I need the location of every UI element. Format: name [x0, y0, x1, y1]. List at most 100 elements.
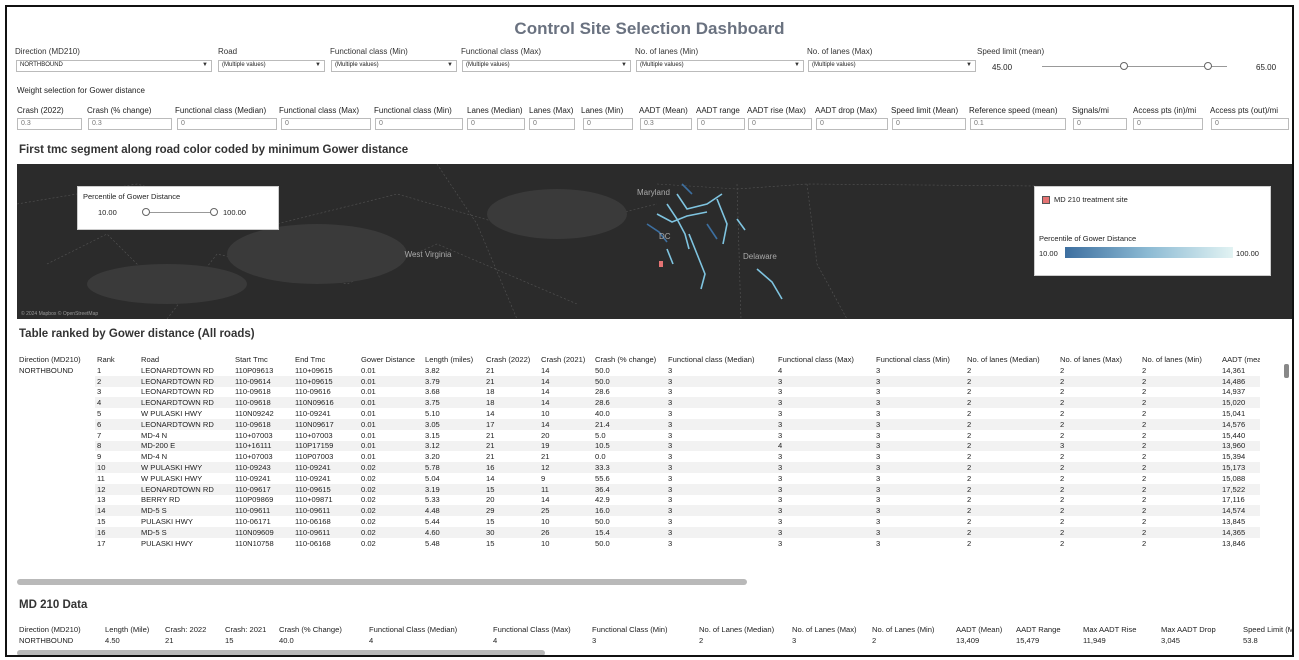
weight-input[interactable]: 0	[892, 118, 966, 130]
column-header[interactable]: Crash (% change)	[593, 353, 666, 365]
weight-input[interactable]: 0.3	[88, 118, 172, 130]
table-cell: 2	[1142, 517, 1147, 527]
weight-input[interactable]: 0	[583, 118, 633, 130]
table-cell: 0.01	[359, 418, 423, 430]
column-header[interactable]: No. of lanes (Max)	[1058, 353, 1140, 365]
filter-lanes-max-select[interactable]: (Multiple values) ▼	[808, 60, 976, 72]
column-header[interactable]: No. of Lanes (Min)	[870, 624, 954, 635]
column-header[interactable]: Crash: 2021	[223, 624, 277, 635]
ranked-table-vertical-scrollbar[interactable]	[1284, 364, 1289, 378]
speed-slider-min-handle[interactable]	[1120, 62, 1128, 70]
percentile-slider-track[interactable]	[146, 212, 214, 213]
filter-direction-select[interactable]: NORTHBOUND ▼	[16, 60, 212, 72]
column-header[interactable]: Functional class (Min)	[874, 353, 965, 365]
table-row[interactable]: 12 LEONARDTOWN RD 110-09617 110-09615 0.02 3.…	[17, 483, 1260, 495]
column-header[interactable]: AADT (mea	[1220, 353, 1260, 365]
table-cell: 2	[1142, 430, 1147, 440]
column-header[interactable]: Speed Limit (Mea	[1241, 624, 1292, 635]
table-row[interactable]: 9 MD-4 N 110+07003 110P07003 0.01 3.20 21 21 0.0…	[17, 451, 1260, 462]
weight-input[interactable]: 0	[748, 118, 812, 130]
table-cell: 0.01	[361, 365, 376, 375]
column-header[interactable]: AADT (Mean)	[954, 624, 1014, 635]
table-cell: 3	[874, 483, 965, 495]
column-header[interactable]: Functional Class (Max)	[491, 624, 590, 635]
weight-label: Crash (% change)	[87, 106, 152, 115]
filter-lanes-min-label: No. of lanes (Min)	[635, 47, 699, 56]
table-row[interactable]: 14 MD-5 S 110-09611 110-09611 0.02 4.48 29 25 16…	[17, 505, 1260, 517]
column-header[interactable]: Max AADT Rise	[1081, 624, 1159, 635]
weight-input[interactable]: 0	[1211, 118, 1289, 130]
table-row[interactable]: 3 LEONARDTOWN RD 110-09618 110-09616 0.01 3.6…	[17, 387, 1260, 398]
table-row[interactable]: 17 PULASKI HWY 110N10758 110-06168 0.02 5.48 1…	[17, 538, 1260, 549]
weight-input[interactable]: 0.1	[970, 118, 1066, 130]
column-header[interactable]: Crash (2022)	[484, 353, 539, 365]
column-header[interactable]: Functional Class (Min)	[590, 624, 697, 635]
table-cell: 2	[1060, 430, 1065, 440]
weight-input[interactable]: 0	[281, 118, 371, 130]
table-row[interactable]: 2 LEONARDTOWN RD 110-09614 110+09615 0.01 3.7…	[17, 375, 1260, 387]
filter-road-select[interactable]: (Multiple values) ▼	[218, 60, 325, 72]
percentile-slider-min-handle[interactable]	[142, 208, 150, 216]
table-row[interactable]: 16 MD-5 S 110N09609 110-09611 0.02 4.60 30 26 15…	[17, 526, 1260, 538]
table-row[interactable]: 6 LEONARDTOWN RD 110-09618 110N09617 0.01 3.0…	[17, 418, 1260, 430]
map-view[interactable]: Maryland DC West Virginia Delaware Perce…	[17, 164, 1292, 319]
column-header[interactable]: Gower Distance	[359, 353, 423, 365]
weight-input[interactable]: 0	[467, 118, 525, 130]
column-header[interactable]: AADT Range	[1014, 624, 1081, 635]
column-header[interactable]: No. of Lanes (Max)	[790, 624, 870, 635]
weight-input[interactable]: 0	[375, 118, 463, 130]
column-header[interactable]: No. of lanes (Median)	[965, 353, 1058, 365]
column-header[interactable]: No. of lanes (Min)	[1140, 353, 1220, 365]
column-header[interactable]: No. of Lanes (Median)	[697, 624, 790, 635]
ranked-table-horizontal-scrollbar[interactable]	[17, 579, 747, 585]
table-row[interactable]: 4 LEONARDTOWN RD 110-09618 110N09616 0.01 3.7…	[17, 397, 1260, 409]
speed-slider-track[interactable]	[1042, 66, 1227, 67]
table-cell: 2	[872, 636, 877, 645]
column-header[interactable]: Crash (2021)	[539, 353, 593, 365]
table-cell: 110P09613	[235, 365, 274, 375]
table-cell: 3.15	[425, 430, 440, 440]
weight-input[interactable]: 0	[697, 118, 745, 130]
table-row[interactable]: 10 W PULASKI HWY 110-09243 110-09241 0.02 5.7…	[17, 462, 1260, 473]
column-header[interactable]: Functional class (Max)	[776, 353, 874, 365]
table-cell: 13,845	[1222, 517, 1246, 527]
column-header[interactable]: Direction (MD210)	[17, 624, 103, 635]
table-cell: 14,937	[1222, 387, 1246, 397]
column-header[interactable]: End Tmc	[293, 353, 359, 365]
percentile-slider-max-handle[interactable]	[210, 208, 218, 216]
md210-table-horizontal-scrollbar[interactable]	[17, 650, 545, 655]
column-header[interactable]: Start Tmc	[233, 353, 293, 365]
filter-fclass-min-select[interactable]: (Multiple values) ▼	[331, 60, 457, 72]
table-row[interactable]: NORTHBOUND 1 LEONARDTOWN RD 110P09613 110+09…	[17, 365, 1260, 376]
column-header[interactable]: Road	[139, 353, 233, 365]
weight-input[interactable]: 0	[816, 118, 888, 130]
column-header[interactable]: Max AADT Drop	[1159, 624, 1241, 635]
weight-input[interactable]: 0	[529, 118, 575, 130]
table-row[interactable]: 11 W PULASKI HWY 110-09241 110-09241 0.02 5.0…	[17, 473, 1260, 484]
column-header[interactable]: Length (miles)	[423, 353, 484, 365]
weight-input[interactable]: 0	[1133, 118, 1203, 130]
column-header[interactable]: Rank	[95, 353, 139, 365]
table-row[interactable]: 8 MD-200 E 110+16111 110P17159 0.01 3.12 21 19 1…	[17, 440, 1260, 452]
weight-input[interactable]: 0.3	[17, 118, 82, 130]
column-header[interactable]: Functional class (Median)	[666, 353, 776, 365]
table-row[interactable]: 7 MD-4 N 110+07003 110+07003 0.01 3.15 21 20 5.0…	[17, 430, 1260, 441]
table-row[interactable]: 15 PULASKI HWY 110-06171 110-06168 0.02 5.44 1…	[17, 516, 1260, 527]
table-cell: 9	[541, 473, 546, 483]
weight-input[interactable]: 0	[1073, 118, 1127, 130]
table-row[interactable]: 13 BERRY RD 110P09869 110+09871 0.02 5.33 20 14…	[17, 495, 1260, 506]
table-cell: 2	[1058, 505, 1140, 517]
column-header[interactable]: Direction (MD210)	[17, 353, 95, 365]
weight-input[interactable]: 0	[177, 118, 277, 130]
filter-lanes-min-select[interactable]: (Multiple values) ▼	[636, 60, 804, 72]
map-attribution[interactable]: © 2024 Mapbox © OpenStreetMap	[21, 311, 98, 317]
column-header[interactable]: Crash: 2022	[163, 624, 223, 635]
speed-slider-max-handle[interactable]	[1204, 62, 1212, 70]
column-header[interactable]: Functional Class (Median)	[367, 624, 491, 635]
table-cell: 2	[967, 473, 972, 483]
filter-fclass-max-select[interactable]: (Multiple values) ▼	[462, 60, 631, 72]
column-header[interactable]: Length (Mile)	[103, 624, 163, 635]
weight-input[interactable]: 0.3	[640, 118, 692, 130]
table-row[interactable]: 5 W PULASKI HWY 110N09242 110-09241 0.01 5.10…	[17, 408, 1260, 419]
column-header[interactable]: Crash (% Change)	[277, 624, 367, 635]
